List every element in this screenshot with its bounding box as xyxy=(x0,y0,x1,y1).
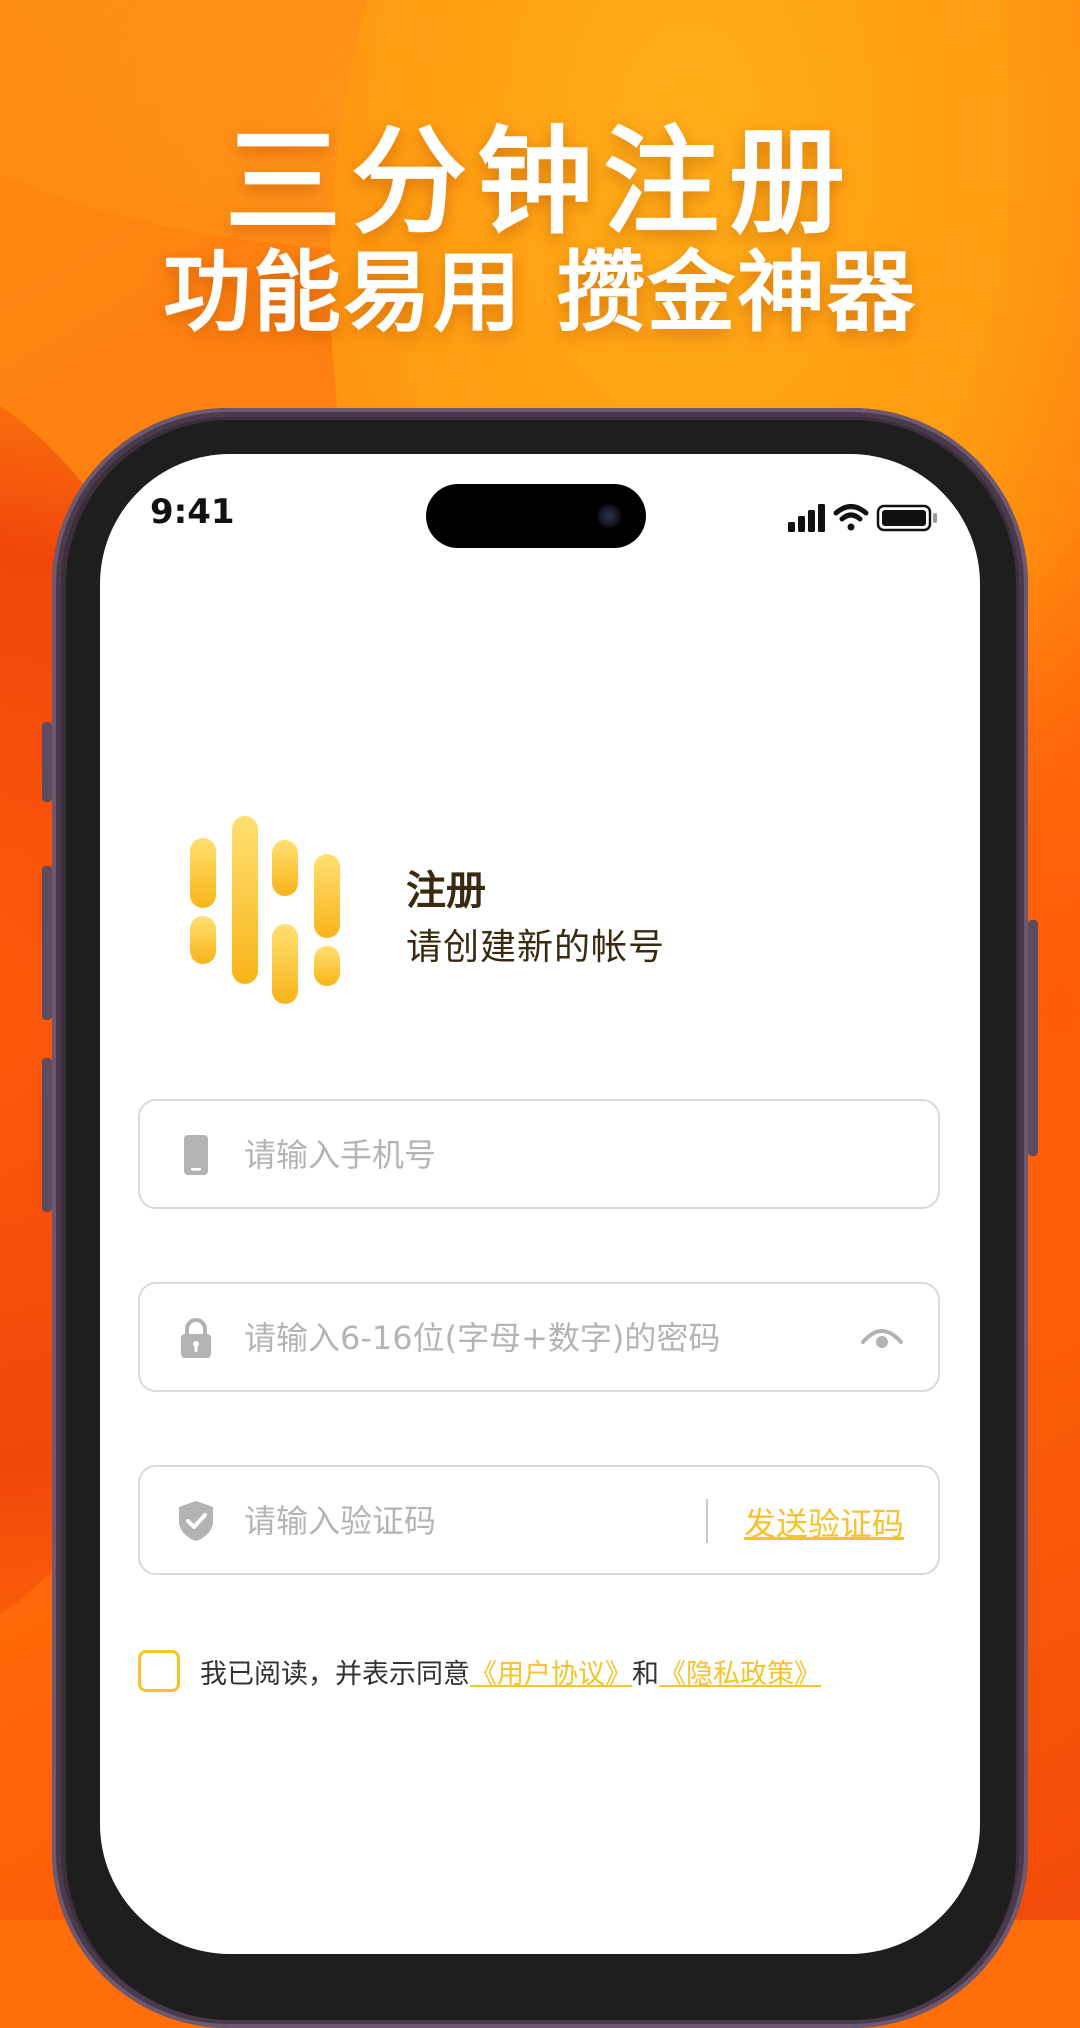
cellular-signal-icon xyxy=(788,504,825,532)
promo-subheadline: 功能易用 攒金神器 xyxy=(0,222,1080,349)
wifi-icon xyxy=(833,504,869,531)
phone-volume-down xyxy=(42,1058,52,1212)
verification-code-input[interactable] xyxy=(244,1493,684,1549)
agreement-text: 我已阅读，并表示同意《用户协议》和《隐私政策》 xyxy=(200,1652,821,1691)
register-title: 注册 xyxy=(406,868,486,914)
shield-check-icon xyxy=(179,1501,213,1541)
lock-icon xyxy=(181,1318,211,1358)
agreement-checkbox[interactable] xyxy=(138,1650,180,1692)
password-input[interactable] xyxy=(244,1310,804,1366)
agreement-prefix: 我已阅读，并表示同意 xyxy=(200,1658,470,1690)
register-subtitle: 请创建新的帐号 xyxy=(406,927,666,968)
phone-volume-up xyxy=(42,866,52,1020)
phone-input[interactable] xyxy=(244,1127,804,1183)
field-divider xyxy=(706,1499,708,1543)
battery-icon xyxy=(876,504,937,532)
app-logo-icon xyxy=(190,816,340,1004)
status-time: 9:41 xyxy=(150,492,235,532)
dynamic-island xyxy=(426,484,646,548)
phone-mute-switch xyxy=(42,722,52,802)
password-field[interactable] xyxy=(138,1282,940,1392)
phone-field[interactable] xyxy=(138,1099,940,1209)
promo-subheadline-right: 攒金神器 xyxy=(557,241,918,344)
status-icons xyxy=(788,504,937,532)
mobile-phone-icon xyxy=(184,1135,208,1175)
promo-subheadline-left: 功能易用 xyxy=(162,241,523,344)
agreement-row: 我已阅读，并表示同意《用户协议》和《隐私政策》 xyxy=(138,1648,821,1694)
verification-code-field[interactable]: 发送验证码 xyxy=(138,1465,940,1575)
user-agreement-link[interactable]: 《用户协议》 xyxy=(470,1659,632,1690)
agreement-and: 和 xyxy=(632,1658,659,1690)
front-camera xyxy=(596,503,622,529)
phone-power-button xyxy=(1028,920,1038,1156)
send-code-button[interactable]: 发送验证码 xyxy=(744,1499,904,1545)
privacy-policy-link[interactable]: 《隐私政策》 xyxy=(659,1659,821,1690)
eye-toggle-icon[interactable] xyxy=(860,1320,904,1356)
